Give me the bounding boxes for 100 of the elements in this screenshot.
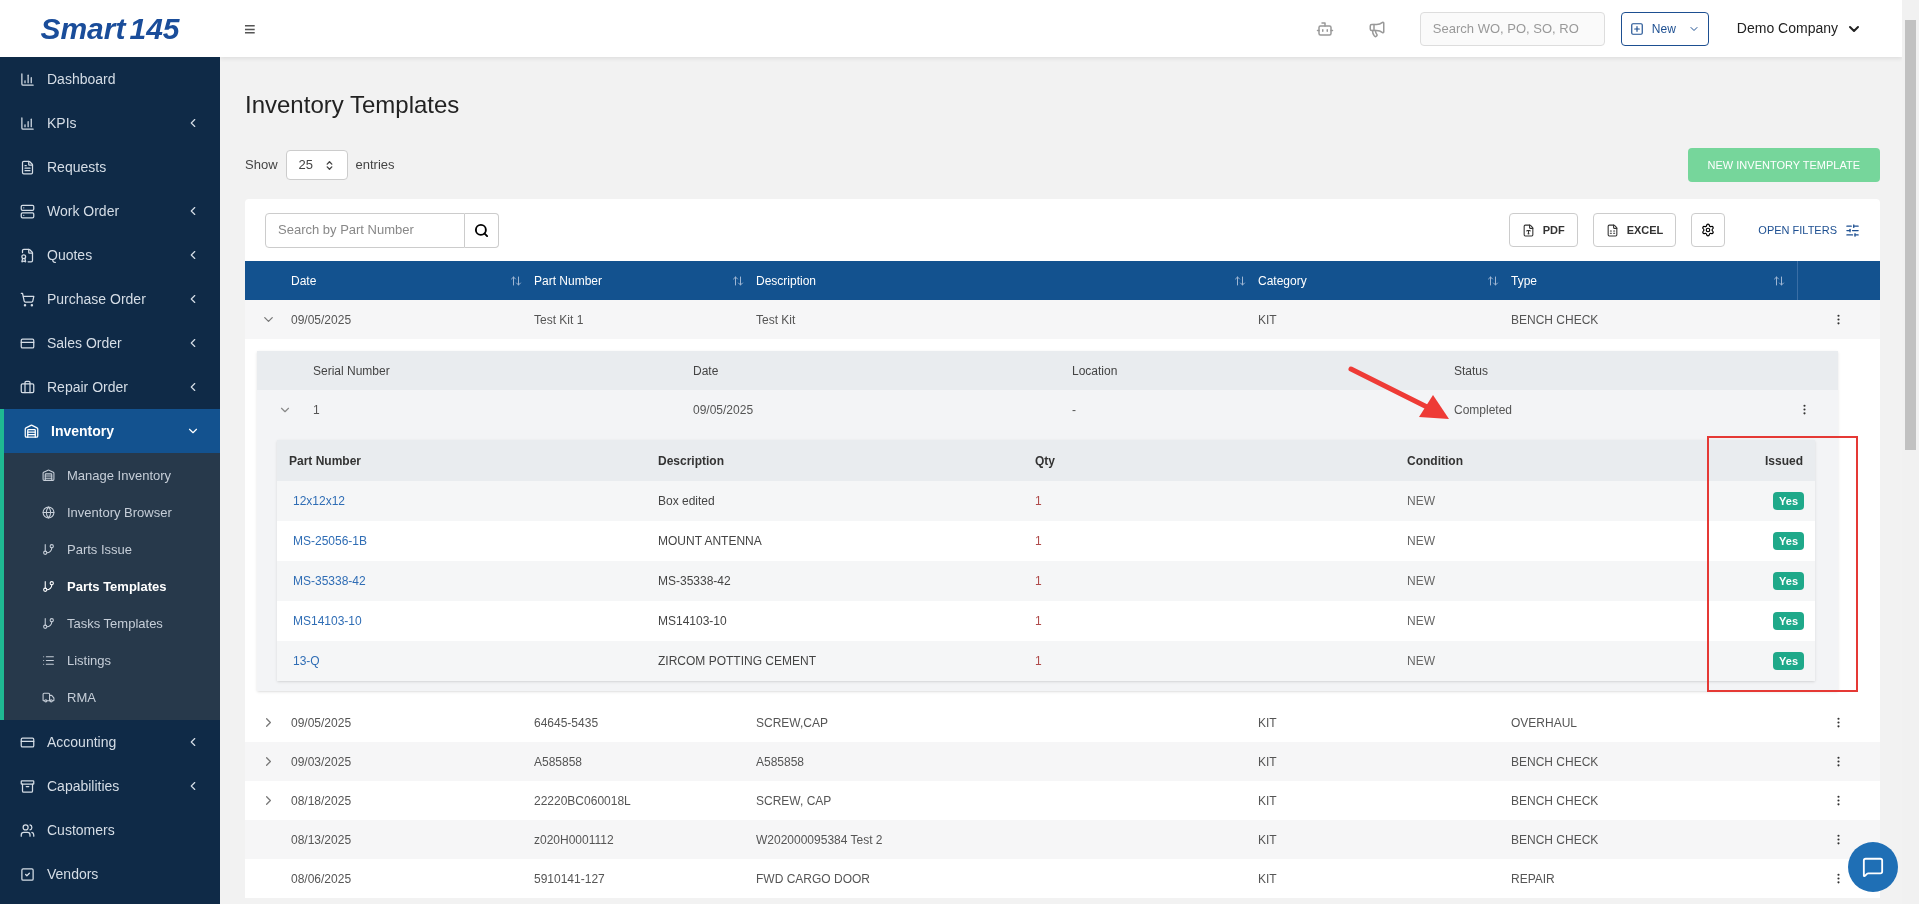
- submenu-item[interactable]: Parts Issue: [4, 531, 220, 568]
- issued-badge: Yes: [1773, 491, 1804, 511]
- table-cell-text: Test Kit 1: [534, 311, 584, 329]
- submenu-icon: [42, 654, 55, 667]
- sidebar-item[interactable]: Capabilities: [0, 764, 220, 808]
- menu-icon: [24, 423, 39, 439]
- table-cell-text: 09/05/2025: [693, 401, 754, 419]
- settings-icon: [1701, 223, 1716, 237]
- column-header[interactable]: Type: [1511, 271, 1537, 290]
- table-cell-text: BENCH CHECK: [1511, 792, 1599, 810]
- sort-icon[interactable]: [510, 274, 522, 287]
- column-header: Condition: [1407, 452, 1463, 470]
- part-number-link[interactable]: MS14103-10: [293, 612, 362, 630]
- sort-icon[interactable]: [1773, 274, 1785, 287]
- table-cell-text: 08/18/2025: [291, 792, 352, 810]
- table-cell-text: 1: [313, 401, 320, 419]
- table-cell-text: OVERHAUL: [1511, 714, 1578, 732]
- table-cell-text: 64645-5435: [534, 714, 599, 732]
- menu-icon: [20, 734, 35, 750]
- sidebar-item[interactable]: Work Order: [0, 189, 220, 233]
- sidebar-item[interactable]: Sales Order: [0, 321, 220, 365]
- submenu-item[interactable]: Manage Inventory: [4, 457, 220, 494]
- issued-badge: Yes: [1773, 611, 1804, 631]
- menu-icon: [20, 159, 35, 175]
- sort-icon[interactable]: [732, 274, 744, 287]
- menu-icon: [20, 291, 35, 307]
- search-button[interactable]: [465, 212, 499, 248]
- sidebar-item[interactable]: Dashboard: [0, 57, 220, 101]
- submenu-icon: [42, 617, 55, 630]
- table-cell-text: REPAIR: [1511, 870, 1555, 888]
- table-cell-text: z020H0001112: [534, 831, 614, 849]
- table-cell-text: W202000095384 Test 2: [756, 831, 883, 849]
- column-header[interactable]: Description: [756, 271, 817, 290]
- settings-button[interactable]: [1691, 213, 1726, 247]
- submenu-item[interactable]: Parts Templates: [4, 568, 220, 605]
- table-cell-text: NEW: [1407, 653, 1435, 670]
- open-filters-button[interactable]: OPEN FILTERS: [1758, 221, 1860, 239]
- part-number-link[interactable]: MS-25056-1B: [293, 532, 368, 550]
- submenu-item[interactable]: Tasks Templates: [4, 605, 220, 642]
- submenu-item[interactable]: Inventory Browser: [4, 494, 220, 531]
- submenu-icon: [42, 580, 55, 593]
- chat-button[interactable]: [1848, 842, 1898, 892]
- table-cell-text: NEW: [1407, 493, 1435, 510]
- search-field[interactable]: Search WO, PO, SO, RO: [1419, 11, 1605, 46]
- part-number-link[interactable]: MS-35338-42: [293, 572, 366, 590]
- menu-icon: [20, 379, 35, 395]
- table-cell-text: KIT: [1258, 870, 1277, 888]
- sort-icon[interactable]: [1234, 274, 1246, 287]
- status-text: Completed: [1454, 401, 1513, 419]
- sidebar-item[interactable]: Purchase Order: [0, 277, 220, 321]
- menu-icon: [20, 203, 35, 219]
- table-cell-text: 09/03/2025: [291, 753, 352, 771]
- megaphone-icon[interactable]: [1367, 19, 1386, 38]
- sidebar-item[interactable]: Requests: [0, 145, 220, 189]
- column-header[interactable]: Part Number: [534, 271, 603, 290]
- column-header[interactable]: Date: [291, 271, 317, 290]
- submenu-icon: [42, 469, 55, 482]
- table-cell-text: NEW: [1407, 533, 1435, 550]
- pdf-button[interactable]: PDF: [1508, 213, 1578, 247]
- sidebar-item[interactable]: Accounting: [0, 720, 220, 764]
- entries-select[interactable]: 25: [285, 150, 348, 180]
- sidebar-item[interactable]: Vendors: [0, 852, 220, 896]
- table-cell-text: KIT: [1258, 714, 1277, 732]
- sidebar-item[interactable]: Repair Order: [0, 365, 220, 409]
- table-cell-text: 1: [1035, 613, 1042, 630]
- menu-button[interactable]: ≡: [244, 18, 256, 39]
- sidebar-item[interactable]: KPIs: [0, 101, 220, 145]
- search-icon: [474, 222, 489, 238]
- part-search-field[interactable]: Search by Part Number: [265, 212, 465, 248]
- table-cell-text: SCREW,CAP: [756, 714, 828, 732]
- table-cell-text: 09/05/2025: [291, 311, 352, 329]
- part-number-link[interactable]: 12x12x12: [293, 492, 346, 510]
- table-cell-text: 09/05/2025: [291, 714, 352, 732]
- new-button[interactable]: New: [1620, 11, 1709, 46]
- column-header: Serial Number: [313, 362, 390, 380]
- logo-number: 145: [129, 13, 180, 44]
- robot-icon[interactable]: [1315, 19, 1334, 38]
- sidebar-item[interactable]: Customers: [0, 808, 220, 852]
- excel-button[interactable]: EXCEL: [1592, 213, 1677, 247]
- column-header: Description: [658, 452, 724, 470]
- table-cell-text: ZIRCOM POTTING CEMENT: [658, 653, 816, 670]
- sidebar-item[interactable]: Inventory: [0, 409, 220, 453]
- column-header: Qty: [1035, 452, 1055, 470]
- entries-label: entries: [355, 156, 395, 175]
- table-cell-text: Box edited: [658, 493, 715, 510]
- part-number-link[interactable]: 13-Q: [293, 652, 320, 670]
- menu-icon: [20, 71, 35, 87]
- column-header[interactable]: Category: [1258, 271, 1307, 290]
- submenu-icon: [42, 543, 55, 556]
- menu-icon: [20, 866, 35, 882]
- table-cell-text: KIT: [1258, 311, 1277, 329]
- page-title: Inventory Templates: [245, 90, 461, 117]
- table-cell-text: Test Kit: [756, 311, 796, 329]
- table-cell-text: A585858: [756, 753, 805, 771]
- table-cell-text: NEW: [1407, 613, 1435, 630]
- sidebar-item[interactable]: Quotes: [0, 233, 220, 277]
- submenu-item[interactable]: Listings: [4, 642, 220, 679]
- submenu-item[interactable]: RMA: [4, 679, 220, 716]
- sort-icon[interactable]: [1487, 274, 1499, 287]
- company-menu[interactable]: Demo Company: [1736, 18, 1862, 39]
